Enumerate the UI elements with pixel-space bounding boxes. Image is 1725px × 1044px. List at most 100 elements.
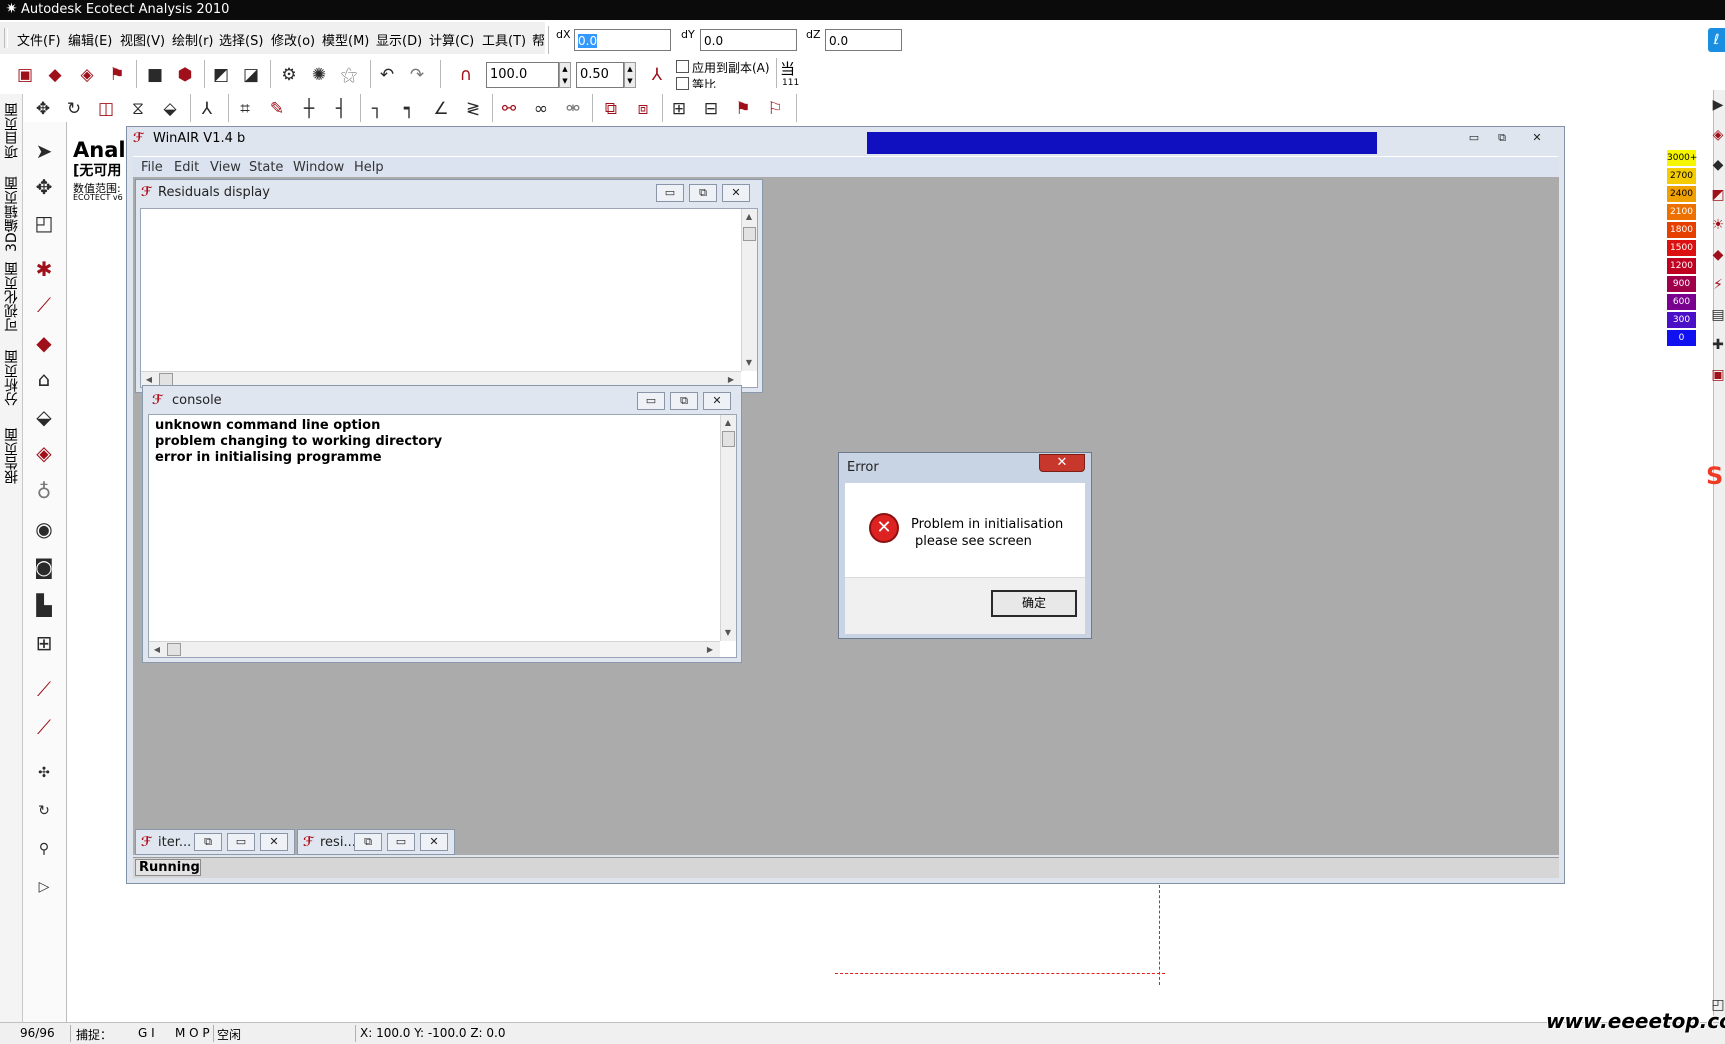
polyline-icon[interactable]: ⟋ (33, 678, 55, 700)
orbit-move-icon[interactable]: ✣ (33, 762, 55, 784)
scale-icon[interactable]: ◫ (95, 98, 117, 120)
array-icon[interactable]: ⌗ (234, 98, 256, 120)
menu-help[interactable]: 帮 (532, 30, 545, 49)
menu-modify[interactable]: 修改(o) (271, 30, 315, 49)
scroll-left-icon[interactable]: ◀ (151, 644, 163, 656)
layers-icon[interactable]: ◩ (210, 64, 232, 86)
scale-input[interactable]: 100.0 (486, 62, 559, 88)
console-vertical-scrollbar[interactable]: ▲ ▼ (720, 415, 736, 641)
ratio-spinner[interactable]: ▲ ▼ (624, 62, 636, 88)
console-restore-button[interactable]: ⧉ (670, 392, 698, 410)
settings-icon[interactable]: ✺ (308, 64, 330, 86)
pointer-icon[interactable]: ➤ (33, 140, 55, 162)
join-icon[interactable]: ┼ (298, 98, 320, 120)
line-icon[interactable]: ⟋ (33, 294, 55, 316)
extrude-icon[interactable]: ⬙ (159, 98, 181, 120)
menu-draw[interactable]: 绘制(r) (172, 30, 214, 49)
winair-close-button[interactable]: ✕ (1523, 130, 1551, 148)
menu-edit[interactable]: 编辑(E) (68, 30, 112, 49)
residuals-vertical-scrollbar[interactable]: ▲ ▼ (741, 209, 757, 371)
menu-view[interactable]: 视图(V) (120, 30, 165, 49)
winair-menu-state[interactable]: State (249, 160, 283, 175)
minimized-residuals-window[interactable]: ℱ resi... ⧉ ▭ ✕ (297, 829, 455, 855)
expand-icon[interactable]: ▶ (1711, 94, 1725, 116)
error-close-button[interactable]: ✕ (1039, 454, 1085, 472)
appliance-icon[interactable]: ▙ (33, 594, 55, 616)
trim-icon[interactable]: ┤ (330, 98, 352, 120)
dy-input[interactable]: 0.0 (700, 29, 797, 51)
flag-icon[interactable]: ⚑ (732, 98, 754, 120)
menu-file[interactable]: 文件(F) (17, 30, 61, 49)
shade-icon[interactable]: ◈ (1711, 124, 1725, 146)
sun-icon[interactable]: ☀ (1711, 214, 1725, 236)
resi-close-button[interactable]: ✕ (420, 833, 448, 851)
rotate-icon[interactable]: ↻ (63, 98, 85, 120)
mirror-icon[interactable]: ⧖ (127, 98, 149, 120)
menu-model[interactable]: 模型(M) (322, 30, 369, 49)
apply-copy-checkbox[interactable] (676, 60, 689, 73)
grid-icon[interactable]: ⊞ (668, 98, 690, 120)
winair-menu-edit[interactable]: Edit (174, 160, 199, 175)
resi-restore-button[interactable]: ⧉ (354, 833, 382, 851)
tab-project-page[interactable]: 项目页面 (2, 98, 20, 164)
console-close-button[interactable]: ✕ (703, 392, 731, 410)
share-icon[interactable]: ℓ (1708, 28, 1725, 52)
residuals-plot-area[interactable]: ▲ ▼ ◀ ▶ (140, 208, 758, 388)
tab-visualise-page[interactable]: 可视化页面 (2, 256, 20, 338)
marker-icon[interactable]: ⚐ (764, 98, 786, 120)
menu-select[interactable]: 选择(S) (219, 30, 263, 49)
winair-minimize-button[interactable]: ▭ (1460, 130, 1488, 148)
open-file-icon[interactable]: ◆ (44, 64, 66, 86)
residuals-vscroll-thumb[interactable] (743, 227, 756, 241)
unlink-icon[interactable]: ⚮ (562, 98, 584, 120)
void-icon[interactable]: ◈ (33, 442, 55, 464)
zoom-icon[interactable]: ⚲ (33, 838, 55, 860)
console-output[interactable]: unknown command line option problem chan… (148, 414, 737, 658)
snap-gi[interactable]: G I (138, 1026, 155, 1040)
scale-spinner[interactable]: ▲ ▼ (559, 62, 571, 88)
roof-icon[interactable]: ⌂ (33, 368, 55, 390)
split-icon[interactable]: ⅄ (196, 98, 218, 120)
ok-button[interactable]: 确定 (991, 590, 1077, 617)
minimized-iterations-window[interactable]: ℱ iter... ⧉ ▭ ✕ (135, 829, 295, 855)
menu-display[interactable]: 显示(D) (376, 30, 422, 49)
axes-icon[interactable]: ⅄ (646, 64, 668, 86)
iter-maximize-button[interactable]: ▭ (227, 833, 255, 851)
light-bulb-icon[interactable]: ♁ (33, 480, 55, 502)
orbit-icon[interactable]: ↻ (33, 800, 55, 822)
export-icon[interactable]: ⚑ (106, 64, 128, 86)
scroll-right-icon[interactable]: ▶ (704, 644, 716, 656)
shape-icon[interactable]: ◆ (1711, 244, 1725, 266)
scroll-down-icon[interactable]: ▼ (722, 627, 734, 639)
winair-menu-file[interactable]: File (141, 160, 163, 175)
pin-icon[interactable]: ✎ (266, 98, 288, 120)
curve-icon[interactable]: ⟋ (33, 716, 55, 738)
snap-mop[interactable]: M O P (175, 1026, 210, 1040)
ratio-input[interactable]: 0.50 (576, 62, 624, 88)
redo-icon[interactable]: ↷ (406, 64, 428, 86)
grid-tool-icon[interactable]: ⊞ (33, 632, 55, 654)
speaker-icon[interactable]: ◉ (33, 518, 55, 540)
chain-icon[interactable]: ∞ (530, 98, 552, 120)
pan-icon[interactable]: ✥ (33, 176, 55, 198)
iter-restore-button[interactable]: ⧉ (194, 833, 222, 851)
floor-icon[interactable]: ⬙ (33, 406, 55, 428)
move-icon[interactable]: ✥ (32, 98, 54, 120)
save-file-icon[interactable]: ◈ (76, 64, 98, 86)
tab-3d-edit-page[interactable]: 3D编辑页面 (2, 174, 20, 254)
console-window[interactable]: ℱ console ▭ ⧉ ✕ unknown command line opt… (142, 385, 742, 663)
menu-calculate[interactable]: 计算(C) (429, 30, 474, 49)
iter-close-button[interactable]: ✕ (260, 833, 288, 851)
zones-icon[interactable]: ◪ (240, 64, 262, 86)
scroll-up-icon[interactable]: ▲ (722, 417, 734, 429)
scroll-down-icon[interactable]: ▼ (743, 357, 755, 369)
sogou-logo-icon[interactable]: S (1706, 462, 1725, 492)
residuals-close-button[interactable]: ✕ (722, 184, 750, 202)
menu-tools[interactable]: 工具(T) (482, 30, 526, 49)
residuals-minimize-button[interactable]: ▭ (656, 184, 684, 202)
wizard-icon[interactable]: ⚝ (338, 64, 360, 86)
camera-icon[interactable]: ◙ (33, 556, 55, 578)
residuals-restore-button[interactable]: ⧉ (689, 184, 717, 202)
export-report-icon[interactable]: ▣ (1711, 364, 1725, 386)
winair-menu-view[interactable]: View (210, 160, 241, 175)
